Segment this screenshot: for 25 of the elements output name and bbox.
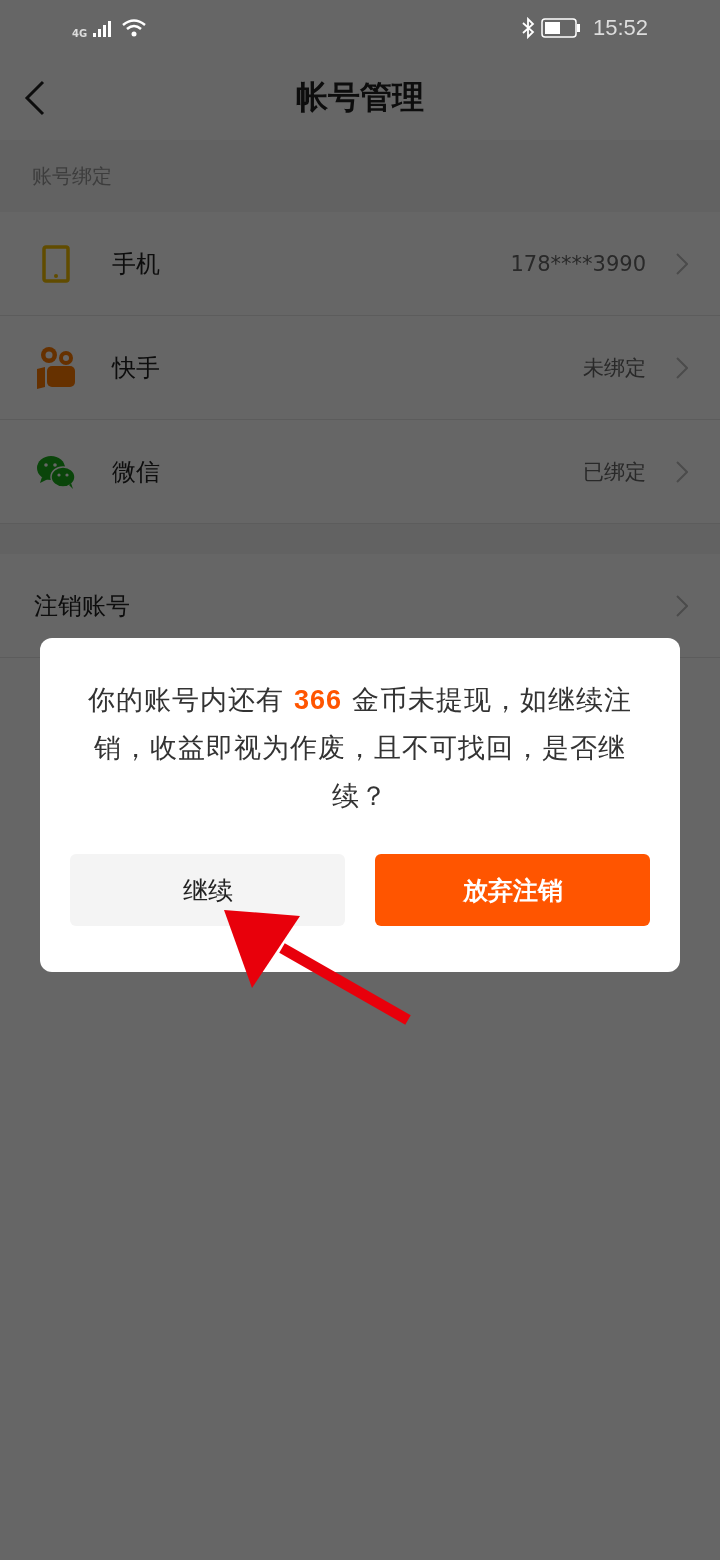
chevron-icon [676,594,688,617]
page-title: 帐号管理 [296,77,424,118]
battery-icon [540,18,581,38]
binding-name: 快手 [112,352,160,384]
back-icon[interactable] [24,80,46,116]
binding-name: 手机 [112,248,160,280]
binding-row[interactable]: 手机 178****3990 [0,212,720,316]
continue-button[interactable]: 继续 [70,854,345,926]
bluetooth-icon [520,17,535,39]
chat-icon [34,454,78,489]
chevron-icon [676,460,688,483]
video-camera-icon [34,344,78,391]
binding-row[interactable]: 快手 未绑定 [0,316,720,420]
abandon-button[interactable]: 放弃注销 [375,854,650,926]
dialog-message: 你的账号内还有 366 金币未提现，如继续注销，收益即视为作废，且不可找回，是否继续？ [87,683,633,813]
chevron-icon [676,252,688,275]
binding-status: 178****3990 [510,251,646,276]
clock-time: 15:52 [592,15,648,41]
binding-status: 已绑定 [583,458,646,486]
binding-name: 微信 [112,456,160,488]
binding-status: 未绑定 [583,354,646,382]
wifi-icon [121,18,148,38]
chevron-icon [676,356,688,379]
cancel-account-label: 注销账号 [34,590,130,622]
network-label: 4G [72,27,88,39]
